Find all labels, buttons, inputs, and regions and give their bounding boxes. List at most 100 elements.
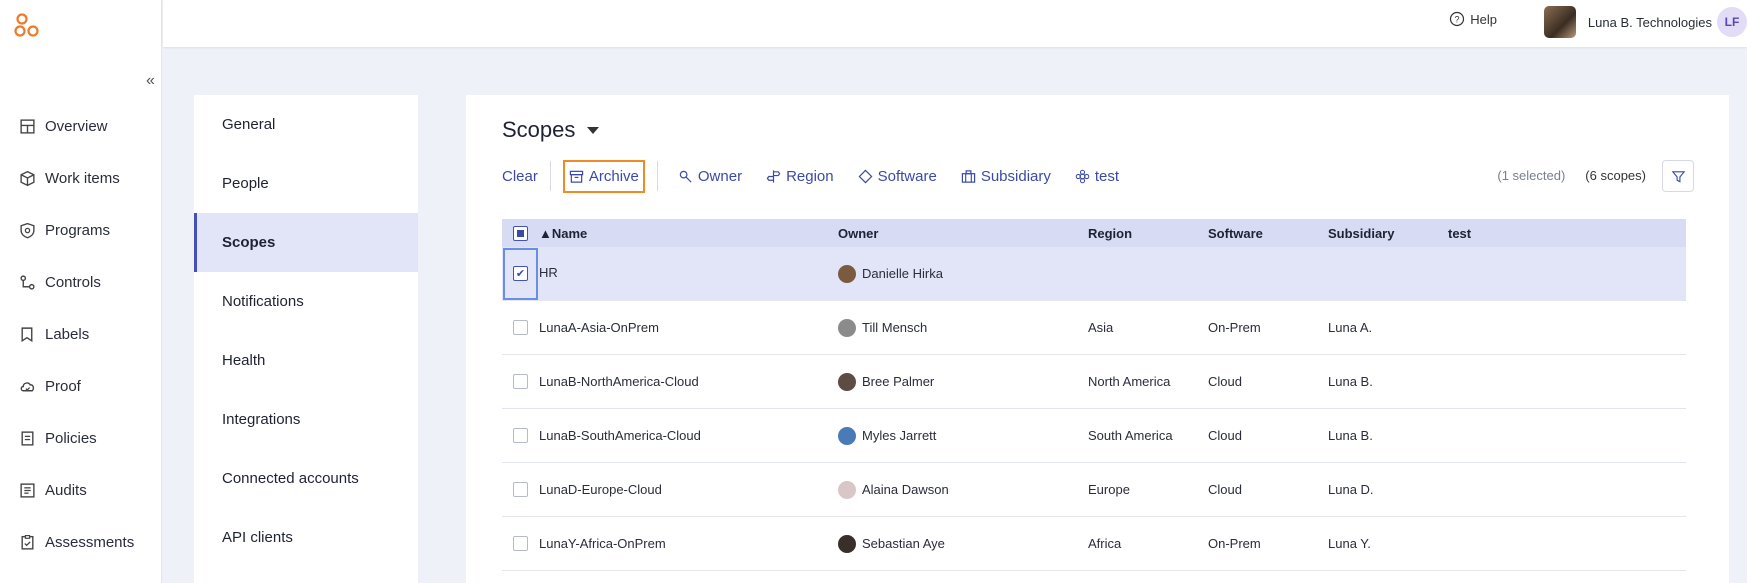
region-cell: Asia bbox=[1088, 320, 1114, 335]
column-header-subsidiary[interactable]: Subsidiary bbox=[1328, 226, 1448, 241]
row-checkbox[interactable] bbox=[513, 374, 528, 389]
software-cell: On-Prem bbox=[1208, 536, 1261, 551]
software-icon bbox=[858, 169, 873, 183]
nav-item-labels[interactable]: Labels bbox=[0, 308, 162, 360]
set-region-button[interactable]: Region bbox=[766, 168, 834, 185]
column-header-name[interactable]: ▲Name bbox=[539, 226, 838, 241]
owner-avatar bbox=[838, 426, 856, 445]
nav-item-programs[interactable]: Programs bbox=[0, 204, 162, 256]
nav-item-overview[interactable]: Overview bbox=[0, 100, 162, 152]
user-avatar[interactable]: LF bbox=[1717, 7, 1747, 37]
table-row[interactable]: LunaY-Africa-OnPrem Sebastian Aye Africa… bbox=[502, 517, 1686, 571]
collapse-sidebar-icon[interactable]: « bbox=[146, 72, 155, 90]
archive-label: Archive bbox=[588, 167, 639, 185]
set-test-button[interactable]: test bbox=[1075, 168, 1119, 185]
row-check-cell bbox=[502, 301, 539, 354]
row-check-cell bbox=[502, 463, 539, 516]
help-link[interactable]: ? Help bbox=[1449, 11, 1497, 27]
column-header-software[interactable]: Software bbox=[1208, 226, 1328, 241]
settings-item-general[interactable]: General bbox=[194, 95, 418, 154]
help-icon: ? bbox=[1450, 11, 1465, 27]
archive-icon bbox=[569, 170, 584, 183]
scope-name[interactable]: LunaB-NorthAmerica-Cloud bbox=[539, 374, 838, 389]
table-row[interactable]: LunaB-NorthAmerica-Cloud Bree Palmer Nor… bbox=[502, 355, 1686, 409]
subsidiary-cell: Luna Y. bbox=[1328, 536, 1371, 551]
overview-icon bbox=[19, 118, 36, 135]
toolbar-divider bbox=[656, 161, 658, 191]
row-checkbox[interactable]: ✔ bbox=[513, 266, 528, 281]
nav-item-work-items[interactable]: Work items bbox=[0, 152, 162, 204]
column-header-owner[interactable]: Owner bbox=[838, 226, 1088, 241]
labels-icon bbox=[19, 326, 36, 343]
audits-icon bbox=[19, 482, 36, 499]
nav-item-assessments[interactable]: Assessments bbox=[0, 516, 162, 568]
org-avatar bbox=[1543, 6, 1576, 38]
nav-item-label: Policies bbox=[45, 429, 97, 447]
table-row[interactable]: ✔ HR Danielle Hirka bbox=[502, 247, 1686, 301]
row-checkbox[interactable] bbox=[513, 428, 528, 443]
table-row[interactable]: LunaA-Asia-OnPrem Till Mensch Asia On-Pr… bbox=[502, 301, 1686, 355]
table-row[interactable]: LunaD-Europe-Cloud Alaina Dawson Europe … bbox=[502, 463, 1686, 517]
nav-item-label: Assessments bbox=[45, 533, 135, 551]
subsidiary-cell: Luna A. bbox=[1328, 320, 1373, 335]
software-cell: Cloud bbox=[1208, 428, 1242, 443]
row-checkbox[interactable] bbox=[513, 536, 528, 551]
row-checkbox[interactable] bbox=[513, 482, 528, 497]
region-label: Region bbox=[786, 167, 834, 185]
set-software-button[interactable]: Software bbox=[858, 168, 937, 185]
owner-cell: Alaina Dawson bbox=[838, 480, 1088, 499]
filter-button[interactable] bbox=[1662, 160, 1694, 192]
set-owner-button[interactable]: Owner bbox=[678, 168, 742, 185]
software-cell: Cloud bbox=[1208, 482, 1242, 497]
nav-item-policies[interactable]: Policies bbox=[0, 412, 162, 464]
owner-name: Bree Palmer bbox=[862, 374, 935, 389]
row-checkbox[interactable] bbox=[513, 320, 528, 335]
settings-item-integrations[interactable]: Integrations bbox=[194, 390, 418, 449]
region-cell: North America bbox=[1088, 374, 1171, 389]
scope-name[interactable]: LunaY-Africa-OnPrem bbox=[539, 536, 838, 551]
column-header-test[interactable]: test bbox=[1448, 226, 1568, 241]
settings-item-notifications[interactable]: Notifications bbox=[194, 272, 418, 331]
clear-button[interactable]: Clear bbox=[502, 168, 538, 185]
table-row[interactable]: LunaB-SouthAmerica-Cloud Myles Jarrett S… bbox=[502, 409, 1686, 463]
nav-item-controls[interactable]: Controls bbox=[0, 256, 162, 308]
test-icon bbox=[1075, 169, 1090, 183]
controls-icon bbox=[19, 274, 36, 291]
region-cell: Africa bbox=[1088, 536, 1122, 551]
table-header: ▲Name Owner Region Software Subsidiary t… bbox=[502, 219, 1686, 247]
row-check-cell bbox=[502, 409, 539, 462]
settings-item-api-clients[interactable]: API clients bbox=[194, 508, 418, 567]
row-check-cell bbox=[502, 517, 539, 570]
subsidiary-cell: Luna D. bbox=[1328, 482, 1374, 497]
settings-item-connected-accounts[interactable]: Connected accounts bbox=[194, 449, 418, 508]
settings-item-scopes[interactable]: Scopes bbox=[194, 213, 418, 272]
app-logo-icon[interactable] bbox=[14, 12, 42, 38]
nav-item-proof[interactable]: Proof bbox=[0, 360, 162, 412]
svg-text:?: ? bbox=[1455, 15, 1460, 25]
owner-name: Alaina Dawson bbox=[862, 482, 949, 497]
scope-name[interactable]: HR bbox=[539, 247, 838, 280]
toolbar-divider bbox=[549, 161, 551, 191]
settings-item-health[interactable]: Health bbox=[194, 331, 418, 390]
set-subsidiary-button[interactable]: Subsidiary bbox=[961, 168, 1051, 185]
caret-down-icon bbox=[587, 126, 600, 134]
region-icon bbox=[766, 169, 781, 183]
scope-name[interactable]: LunaD-Europe-Cloud bbox=[539, 482, 838, 497]
settings-item-people[interactable]: People bbox=[194, 154, 418, 213]
owner-cell: Danielle Hirka bbox=[838, 264, 1088, 283]
archive-button[interactable]: Archive bbox=[562, 159, 645, 193]
scope-name[interactable]: LunaA-Asia-OnPrem bbox=[539, 320, 838, 335]
org-switcher[interactable]: Luna B. Technologies bbox=[1543, 6, 1712, 38]
selected-count: (1 selected) bbox=[1497, 168, 1566, 183]
scopes-panel: Scopes Clear Archive Owner Region Softwa… bbox=[466, 95, 1729, 583]
page-title[interactable]: Scopes bbox=[502, 117, 600, 143]
scope-name[interactable]: LunaB-SouthAmerica-Cloud bbox=[539, 428, 838, 443]
owner-cell: Sebastian Aye bbox=[838, 534, 1088, 553]
region-cell: Europe bbox=[1088, 482, 1130, 497]
proof-icon bbox=[19, 378, 36, 395]
owner-name: Danielle Hirka bbox=[862, 266, 943, 281]
owner-avatar bbox=[838, 480, 856, 499]
select-all-checkbox[interactable] bbox=[513, 225, 528, 241]
nav-item-audits[interactable]: Audits bbox=[0, 464, 162, 516]
column-header-region[interactable]: Region bbox=[1088, 226, 1208, 241]
